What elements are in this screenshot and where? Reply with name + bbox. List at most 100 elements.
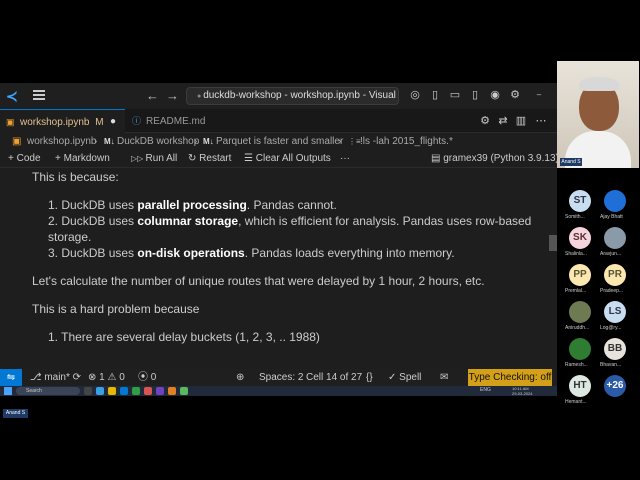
- app-icon[interactable]: [180, 387, 188, 395]
- remote-indicator-icon[interactable]: ⇋: [0, 369, 22, 386]
- restart-icon: ↻: [188, 153, 200, 164]
- list-item: 3. DuckDB uses on-disk operations. Panda…: [48, 245, 538, 261]
- tab-modified-status: M: [95, 117, 104, 128]
- participant-name: Log@ry...: [600, 325, 622, 331]
- windows-taskbar: Search ENG 10:11 AM 29-03-2024: [0, 386, 557, 396]
- participant-avatar: [604, 227, 626, 249]
- title-bar: ≺ ← → ● duckdb-workshop - workshop.ipynb…: [0, 83, 557, 109]
- indentation-indicator[interactable]: Spaces: 2: [259, 369, 303, 386]
- list-number: 3.: [48, 246, 59, 260]
- participant-avatar: +26: [604, 375, 626, 397]
- participant-name: Aravjun...: [600, 251, 622, 257]
- notebook-editor[interactable]: This is because: 1. DuckDB uses parallel…: [0, 169, 557, 369]
- clear-outputs-button[interactable]: ☰ Clear All Outputs: [244, 150, 331, 168]
- panel-bottom-icon[interactable]: ▭: [448, 88, 462, 102]
- video-name-tag: Anand S: [560, 158, 582, 166]
- breadcrumb-section-1[interactable]: DuckDB workshop: [117, 133, 199, 150]
- chevron-right-icon: ›: [94, 136, 98, 147]
- more-actions-icon[interactable]: ⋯: [534, 114, 548, 128]
- list-number: 2.: [48, 214, 59, 228]
- command-center[interactable]: ● duckdb-workshop - workshop.ipynb - Vis…: [186, 87, 399, 105]
- vscode-taskbar-icon[interactable]: [120, 387, 128, 395]
- diff-icon[interactable]: ⇄: [496, 114, 510, 128]
- ports-indicator[interactable]: ⦿ 0: [138, 369, 156, 386]
- add-markdown-button[interactable]: + Markdown: [55, 150, 110, 168]
- list-item: 2. DuckDB uses columnar storage, which i…: [48, 213, 538, 245]
- meeting-stage: ≺ ← → ● duckdb-workshop - workshop.ipynb…: [0, 0, 640, 480]
- sync-icon: ⟳: [72, 372, 82, 383]
- zoom-icon[interactable]: ⊕: [236, 369, 244, 386]
- branch-indicator[interactable]: ⎇ main* ⟳: [30, 369, 81, 386]
- vscode-logo-icon: ≺: [6, 88, 18, 104]
- kernel-label: gramex39 (Python 3.9.13): [443, 153, 557, 164]
- teams-icon[interactable]: [156, 387, 164, 395]
- list-number: 1.: [48, 198, 59, 212]
- kernel-icon: ▤: [431, 153, 444, 164]
- participant-tile[interactable]: +26: [592, 375, 634, 419]
- braces-icon[interactable]: {}: [366, 369, 373, 386]
- app-icon[interactable]: [132, 387, 140, 395]
- run-all-label: Run All: [145, 153, 178, 164]
- breadcrumb-section-3[interactable]: !ls -lah 2015_flights.*: [360, 133, 453, 150]
- back-arrow-icon[interactable]: ←: [146, 88, 159, 103]
- panel-right-icon[interactable]: ▯: [468, 88, 482, 102]
- edge-icon[interactable]: [96, 387, 104, 395]
- list-item: 1. DuckDB uses parallel processing. Pand…: [48, 197, 528, 213]
- ports-icon: ⦿: [138, 372, 151, 383]
- unsaved-dot-icon[interactable]: ●: [110, 110, 116, 134]
- notification-icon[interactable]: ✉: [440, 369, 448, 386]
- clear-all-icon: ☰: [244, 153, 256, 164]
- add-code-label: Code: [16, 153, 41, 164]
- kernel-picker[interactable]: ▤ gramex39 (Python 3.9.13): [431, 150, 557, 168]
- list-bold: columnar storage: [137, 214, 239, 228]
- list-text: . Pandas loads everything into memory.: [244, 246, 455, 260]
- windows-start-icon[interactable]: [4, 387, 12, 395]
- run-all-button[interactable]: ▷▷ Run All: [131, 150, 177, 168]
- problems-indicator[interactable]: ⊗ 1 ⚠ 0: [88, 369, 125, 386]
- app-icon[interactable]: [168, 387, 176, 395]
- menu-icon[interactable]: [33, 90, 45, 100]
- participant-name: Pradeep...: [600, 288, 624, 294]
- folder-icon[interactable]: [108, 387, 116, 395]
- spell-label: Spell: [399, 372, 422, 383]
- restart-button[interactable]: ↻ Restart: [188, 150, 231, 168]
- run-all-icon: ▷▷: [131, 154, 146, 163]
- clock: 10:11 AM 29-03-2024: [512, 386, 532, 396]
- language-indicator[interactable]: ENG: [480, 387, 491, 393]
- editor-scrollbar[interactable]: [549, 235, 557, 251]
- tab-readme[interactable]: ⓘ README.md: [126, 109, 246, 133]
- presenter-video[interactable]: Anand S: [557, 61, 639, 168]
- forward-arrow-icon[interactable]: →: [166, 88, 179, 103]
- participant-avatar: PR: [604, 264, 626, 286]
- copilot-icon[interactable]: ◎: [408, 88, 422, 102]
- app-icon[interactable]: [144, 387, 152, 395]
- breadcrumb-file[interactable]: workshop.ipynb: [27, 133, 96, 150]
- participant-avatar: [569, 338, 591, 360]
- notebook-toolbar: + Code + Markdown ▷▷ Run All ↻ Restart ☰…: [0, 150, 557, 168]
- breadcrumb-section-2[interactable]: Parquet is faster and smaller: [216, 133, 343, 150]
- type-checking-badge[interactable]: Type Checking: off: [468, 369, 552, 386]
- tab-label: README.md: [146, 116, 206, 127]
- taskview-icon[interactable]: [84, 387, 92, 395]
- participant-name: Ajay Bhatt: [600, 214, 623, 220]
- split-editor-icon[interactable]: ▥: [514, 114, 528, 128]
- add-code-button[interactable]: + Code: [8, 150, 41, 168]
- spell-indicator[interactable]: ✓ Spell: [388, 369, 421, 386]
- markdown-icon: M↓: [203, 137, 214, 146]
- cell-position-indicator[interactable]: Cell 14 of 27: [306, 369, 362, 386]
- taskbar-search[interactable]: Search: [16, 387, 80, 395]
- minimize-icon[interactable]: –: [532, 88, 546, 102]
- branch-label: main*: [44, 372, 70, 383]
- account-icon[interactable]: ◉: [488, 88, 502, 102]
- toolbar-more-button[interactable]: ···: [340, 150, 350, 168]
- plus-icon: +: [55, 153, 64, 164]
- variables-icon[interactable]: ⚙: [478, 114, 492, 128]
- tab-workshop-ipynb[interactable]: ▣ workshop.ipynb M ●: [0, 109, 125, 133]
- panel-left-icon[interactable]: ▯: [428, 88, 442, 102]
- participant-avatar: BB: [604, 338, 626, 360]
- error-count: 1: [99, 372, 105, 383]
- breadcrumb: ▣ workshop.ipynb › M↓ DuckDB workshop › …: [0, 133, 557, 150]
- chevron-right-icon: ›: [338, 136, 342, 147]
- list-item: 1. There are several delay buckets (1, 2…: [48, 330, 320, 344]
- settings-gear-icon[interactable]: ⚙: [508, 88, 522, 102]
